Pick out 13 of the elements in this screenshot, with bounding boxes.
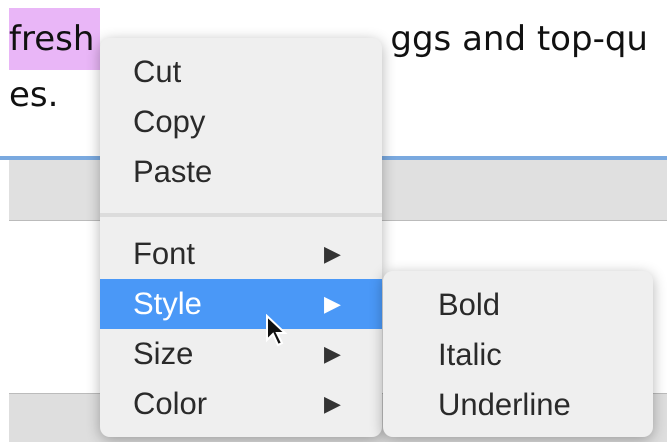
document-text: es. — [9, 74, 58, 117]
cursor-arrow-icon — [265, 314, 289, 348]
menu-item[interactable]: Paste — [100, 147, 382, 197]
menu-item[interactable]: Font ▶ — [100, 229, 382, 279]
menu-item[interactable]: Copy — [100, 97, 382, 147]
menu-item[interactable]: Color ▶ — [100, 379, 382, 429]
document-text: ggs and top-qu — [390, 18, 648, 61]
menu-item[interactable]: Bold — [383, 280, 653, 330]
menu-item[interactable]: Underline — [383, 380, 653, 430]
menu-item[interactable]: Italic — [383, 330, 653, 380]
menu-item[interactable]: Cut — [100, 47, 382, 97]
menu-item[interactable]: Size ▶ — [100, 329, 382, 379]
document-text: fresh — [9, 8, 100, 70]
